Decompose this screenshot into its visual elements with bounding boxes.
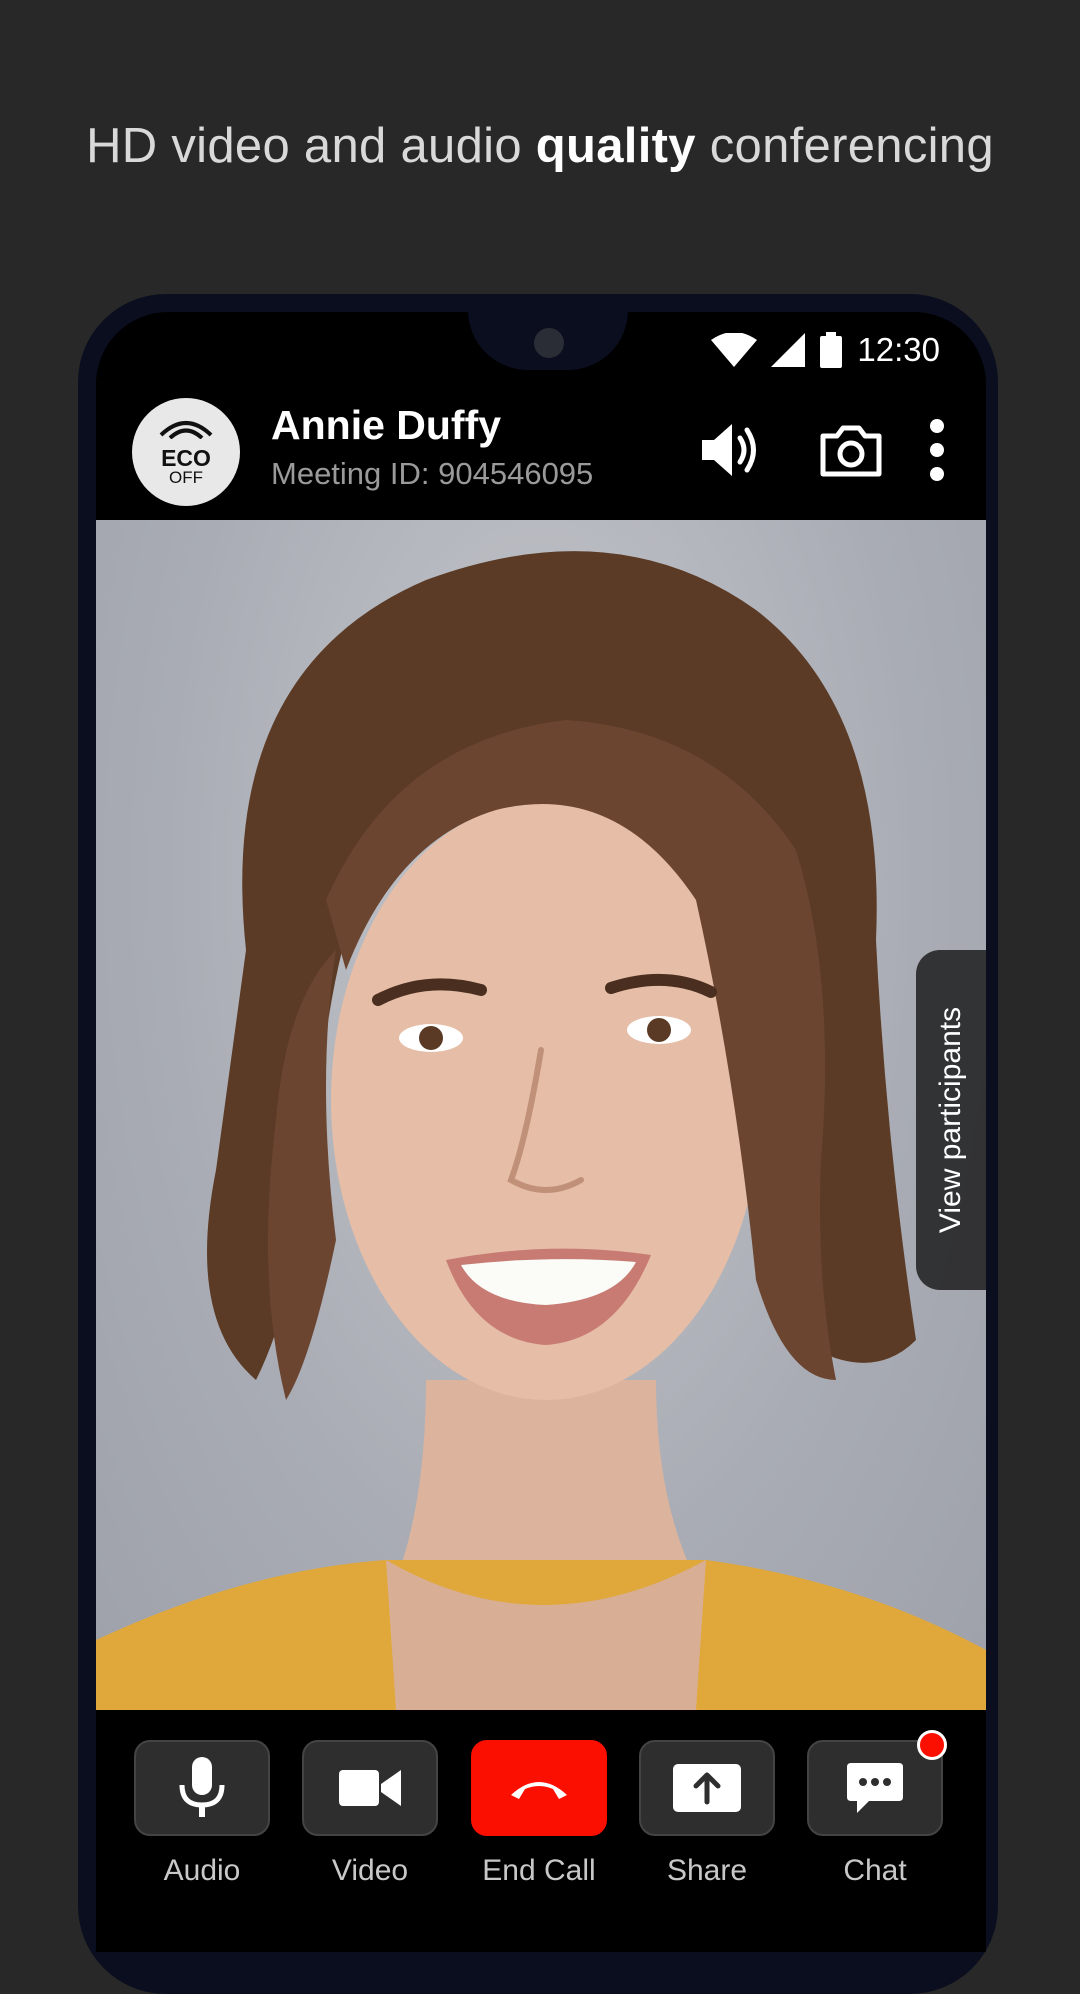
chat-label: Chat: [843, 1854, 907, 1887]
share-button[interactable]: [639, 1740, 775, 1836]
share-upload-icon: [673, 1764, 741, 1812]
meeting-id: Meeting ID: 904546095: [271, 456, 594, 491]
chat-button[interactable]: [807, 1730, 947, 1836]
end-call-label: End Call: [482, 1854, 596, 1887]
audio-control: Audio: [133, 1740, 271, 1888]
hang-up-icon: [511, 1782, 567, 1799]
chat-control: Chat: [806, 1730, 947, 1888]
view-participants-tab[interactable]: View participants: [916, 950, 986, 1290]
audio-button[interactable]: [134, 1740, 270, 1836]
end-call-control: End Call: [470, 1740, 608, 1888]
microphone-icon: [179, 1757, 225, 1817]
headline-text-end: conferencing: [695, 119, 994, 173]
end-call-button[interactable]: [471, 1740, 607, 1836]
headline: HD video and audio quality conferencing: [0, 118, 1080, 174]
remote-video-feed[interactable]: View participants: [96, 520, 986, 1710]
more-options-icon[interactable]: [928, 418, 946, 482]
cellular-signal-icon: [771, 333, 806, 367]
speaker-icon[interactable]: [700, 422, 762, 478]
front-camera: [534, 328, 564, 358]
phone-screen: 12:30 ECO OFF Annie Duffy Meeting ID: 90…: [96, 312, 986, 1952]
chat-bubble-icon: [847, 1763, 903, 1813]
share-control: Share: [638, 1740, 776, 1888]
caller-name: Annie Duffy: [271, 402, 502, 448]
video-control: Video: [301, 1740, 439, 1888]
video-button[interactable]: [302, 1740, 438, 1836]
wifi-icon: [711, 333, 758, 367]
headline-text: HD video and audio: [86, 119, 536, 173]
video-camera-icon: [339, 1770, 401, 1806]
headline-emphasis: quality: [535, 119, 696, 173]
status-time: 12:30: [857, 331, 940, 368]
audio-label: Audio: [163, 1854, 241, 1887]
share-label: Share: [666, 1854, 748, 1887]
call-header: ECO OFF Annie Duffy Meeting ID: 90454609…: [96, 382, 986, 520]
participant-video: [96, 551, 986, 1710]
chat-notification-badge: [917, 1730, 947, 1760]
battery-icon: [820, 332, 843, 368]
signal-waves-icon: [159, 421, 213, 439]
eco-state: OFF: [169, 468, 203, 487]
eco-mode-toggle[interactable]: ECO OFF: [132, 398, 240, 506]
call-control-bar: Audio Video End Call Share Chat: [96, 1710, 986, 1952]
switch-camera-icon[interactable]: [819, 424, 883, 478]
status-bar: 12:30: [711, 330, 940, 370]
view-participants-label: View participants: [934, 1006, 968, 1234]
eco-label: ECO: [161, 445, 211, 471]
video-label: Video: [331, 1854, 409, 1887]
